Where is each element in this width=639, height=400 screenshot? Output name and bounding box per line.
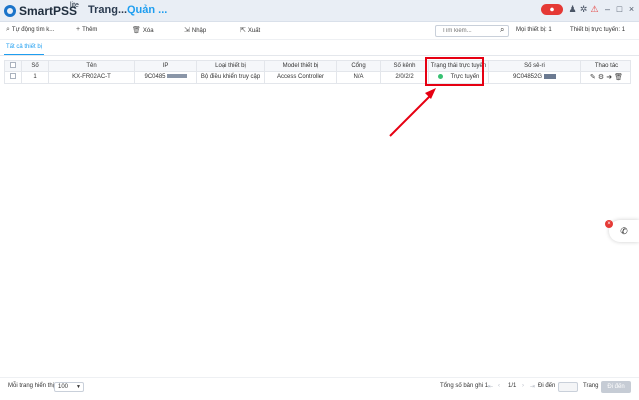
- device-table-header: Số Tên IP Loại thiết bị Model thiết bị C…: [4, 60, 631, 72]
- minimize-icon[interactable]: –: [602, 4, 613, 14]
- pagination-footer: Mỗi trang hiển thị 100 ▼ Tổng số bản ghi …: [0, 377, 639, 395]
- online-devices-label: Thiết bị trực tuyến:: [570, 27, 621, 33]
- all-devices-count: 1: [548, 27, 552, 33]
- gear-icon[interactable]: ✲: [578, 4, 589, 15]
- cell-ip: 9C0485: [135, 72, 197, 83]
- cell-actions: ✎ ⚙ ➜ 🗑: [581, 72, 632, 83]
- redacted-ip: [166, 74, 187, 79]
- annotation-arrow-icon: [389, 88, 436, 137]
- tab-all-devices[interactable]: Tất cả thiết bị: [6, 44, 42, 50]
- title-bar: SmartPSS lite Trang... Quản ... ⏺ ♟ ✲ ⚠ …: [0, 0, 639, 22]
- tab-home[interactable]: Trang...: [88, 4, 127, 16]
- add-label: Thêm: [82, 27, 98, 33]
- plus-icon: +: [76, 26, 81, 33]
- import-label: Nhập: [191, 28, 207, 34]
- import-icon: ⇲: [184, 27, 190, 34]
- prev-page-icon[interactable]: ‹: [498, 383, 500, 389]
- ip-text: 9C0485: [144, 74, 166, 80]
- goto-button[interactable]: Đi đến: [601, 381, 631, 393]
- close-icon[interactable]: ×: [626, 4, 637, 14]
- all-devices-stat: Mọi thiết bị: 1: [516, 27, 552, 33]
- export-label: Xuất: [247, 28, 261, 34]
- delete-icon[interactable]: 🗑: [614, 74, 623, 81]
- phone-widget[interactable]: ✆: [609, 220, 639, 242]
- next-page-icon[interactable]: ›: [522, 383, 524, 389]
- user-icon[interactable]: ♟: [567, 4, 578, 15]
- col-header-model: Model thiết bị: [265, 61, 337, 72]
- col-header-actions: Thao tác: [594, 63, 619, 69]
- record-button[interactable]: ⏺: [541, 4, 563, 15]
- search-icon[interactable]: ⌕: [500, 25, 504, 35]
- select-all-cell: [5, 61, 22, 72]
- delete-button[interactable]: 🗑 Xóa: [132, 26, 154, 34]
- app-brand-edition: lite: [70, 2, 79, 9]
- col-header-no: Số: [22, 61, 49, 72]
- table-row[interactable]: 1 KX-FR02AC-T 9C0485 Bộ điều khiển truy …: [4, 72, 631, 84]
- per-page-value: 100: [58, 384, 69, 390]
- col-header-device-type: Loại thiết bị: [197, 61, 265, 72]
- col-header-port: Cổng: [337, 61, 381, 72]
- redacted-serial: [544, 73, 557, 79]
- serial-text: 9C04852G: [512, 74, 543, 80]
- app-brand: SmartPSS: [19, 4, 78, 18]
- delete-label: Xóa: [142, 28, 154, 34]
- row-select-cell: [5, 72, 22, 83]
- row-checkbox[interactable]: [10, 73, 16, 80]
- cell-name: KX-FR02AC-T: [49, 72, 135, 83]
- tab-device-manager[interactable]: Quản ...: [127, 4, 167, 16]
- import-button[interactable]: ⇲ Nhập: [184, 26, 206, 34]
- divider: [0, 55, 639, 56]
- maximize-icon[interactable]: □: [614, 4, 625, 14]
- last-page-icon[interactable]: ⇥: [530, 383, 535, 390]
- cell-device-type: Bộ điều khiển truy cập: [197, 72, 265, 83]
- settings-icon[interactable]: ⚙: [598, 74, 604, 81]
- goto-page-input[interactable]: [558, 382, 578, 392]
- per-page-label: Mỗi trang hiển thị: [8, 383, 55, 389]
- col-header-serial: Số sê-ri: [489, 61, 581, 72]
- search-input[interactable]: [435, 25, 509, 37]
- cell-serial: 9C04852G: [489, 72, 581, 83]
- total-records: Tổng số bản ghi 1.: [440, 383, 490, 389]
- page-info: 1/1: [508, 383, 517, 389]
- alarm-icon[interactable]: ⚠: [589, 4, 600, 15]
- col-header-channels: Số kênh: [381, 61, 429, 72]
- trash-icon: 🗑: [132, 27, 141, 34]
- select-all-checkbox[interactable]: [10, 62, 16, 69]
- cell-no: 1: [22, 72, 49, 83]
- add-button[interactable]: + Thêm: [76, 26, 97, 33]
- auto-search-button[interactable]: ⌕ Tự động tìm k...: [6, 26, 54, 34]
- goto-label: Đi đến: [538, 383, 556, 389]
- online-devices-stat: Thiết bị trực tuyến: 1: [570, 27, 625, 33]
- per-page-select[interactable]: 100 ▼: [54, 382, 84, 392]
- page-label: Trang: [583, 383, 599, 389]
- edit-icon[interactable]: ✎: [590, 74, 596, 81]
- phone-icon: ✆: [620, 226, 628, 236]
- app-logo-icon: [4, 5, 16, 17]
- login-icon[interactable]: ➜: [606, 74, 612, 81]
- toolbar: ⌕ Tự động tìm k... + Thêm 🗑 Xóa ⇲ Nhập ⇱ Xuất…: [0, 22, 639, 40]
- search-icon: ⌕: [6, 26, 10, 33]
- auto-search-label: Tự động tìm k...: [11, 27, 55, 33]
- cell-port: N/A: [337, 72, 381, 83]
- phone-widget-close-icon[interactable]: ×: [605, 220, 613, 228]
- chevron-down-icon: ▼: [76, 384, 81, 390]
- cell-model: Access Controller: [265, 72, 337, 83]
- col-header-ip: IP: [135, 61, 197, 72]
- export-button[interactable]: ⇱ Xuất: [240, 26, 260, 34]
- export-icon: ⇱: [240, 27, 246, 34]
- first-page-icon[interactable]: ⇤: [488, 383, 493, 390]
- col-header-name: Tên: [49, 61, 135, 72]
- all-devices-label: Mọi thiết bị:: [516, 27, 547, 33]
- online-devices-count: 1: [621, 27, 626, 33]
